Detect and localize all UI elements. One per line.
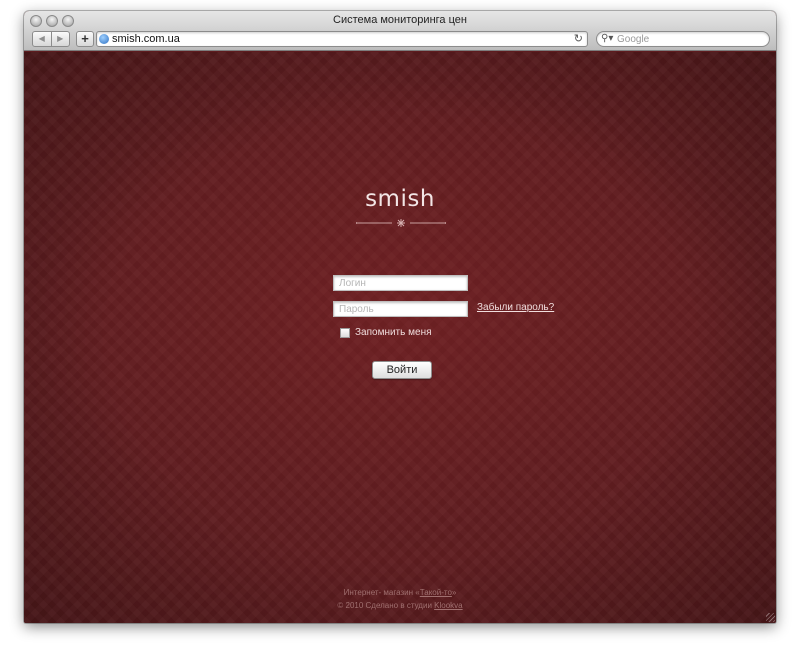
forward-arrow-icon[interactable]: ▶	[50, 32, 70, 46]
history-buttons: ◀ ▶	[32, 31, 70, 47]
magnifier-icon[interactable]: ⚲▾	[601, 32, 613, 46]
footer-shop-prefix: Интернет- магазин «	[343, 588, 420, 597]
footer-line-1: Интернет- магазин «Такой-то»	[24, 588, 776, 597]
resize-handle-icon[interactable]	[766, 613, 775, 622]
browser-window: Система мониторинга цен ◀ ▶ + smish.com.…	[24, 11, 776, 623]
footer-shop-link[interactable]: Такой-то	[420, 588, 452, 597]
browser-toolbar: Система мониторинга цен ◀ ▶ + smish.com.…	[24, 11, 776, 51]
remember-me-checkbox[interactable]	[340, 327, 350, 338]
remember-me-label[interactable]: Запомнить меня	[355, 327, 432, 338]
footer-studio-link[interactable]: Klookva	[434, 601, 462, 610]
search-placeholder: Google	[617, 34, 650, 45]
back-arrow-icon[interactable]: ◀	[33, 32, 51, 46]
footer-copyright: © 2010 Сделано в студии	[337, 601, 435, 610]
url-text[interactable]: smish.com.ua	[112, 33, 180, 46]
forgot-password-link[interactable]: Забыли пароль?	[477, 302, 554, 313]
login-input[interactable]	[333, 275, 468, 291]
remember-me-row: Запомнить меня	[340, 327, 432, 338]
globe-icon	[99, 34, 109, 44]
page-content: smish Забыли пароль? Запомнить меня Войт…	[24, 52, 776, 623]
footer-line-2: © 2010 Сделано в студии Klookva	[24, 601, 776, 610]
reload-icon[interactable]: ↻	[574, 32, 583, 46]
login-button[interactable]: Войти	[372, 361, 432, 379]
address-bar[interactable]: smish.com.ua ↻	[96, 31, 588, 47]
footer-shop-suffix: »	[451, 588, 457, 597]
ornament-divider-icon	[356, 219, 446, 227]
window-title: Система мониторинга цен	[333, 14, 467, 26]
plus-icon[interactable]: +	[76, 31, 94, 47]
site-logo: smish	[365, 186, 435, 212]
password-input[interactable]	[333, 301, 468, 317]
search-field[interactable]: ⚲▾ Google	[596, 31, 770, 47]
